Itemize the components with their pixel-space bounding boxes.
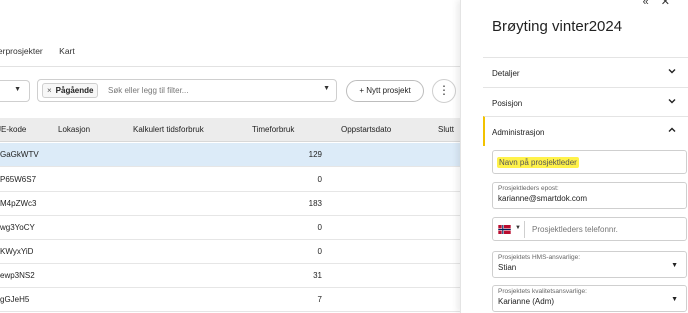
caret-down-icon: ▼ [14,86,21,93]
filter-chip-label: Pågående [55,86,94,95]
drawer-title: Brøyting vinter2024 [492,18,623,35]
chevron-down-icon [668,99,676,104]
norway-flag-icon[interactable] [498,225,511,234]
manager-email-value: karianne@smartdok.com [498,194,588,203]
cell-code: GaGkWTV [0,150,39,159]
table-header: JE-kode Lokasjon Kalkulert tidsforbruk T… [0,118,460,142]
drawer-top-icons: «✕ [643,0,682,8]
section-details-label: Detaljer [492,69,520,78]
cell-time: 0 [317,247,322,256]
table-row[interactable]: ewp3NS2 31 [0,264,460,288]
caret-down-icon[interactable]: ▼ [323,85,330,92]
hms-responsible-select[interactable]: Prosjektets HMS-ansvarlige: Stian ▼ [492,251,687,278]
hms-label: Prosjektets HMS-ansvarlige: [498,254,580,261]
cell-time: 31 [313,271,322,280]
nav-tabs: lerprosjekter Kart [0,46,89,56]
section-position-label: Posisjon [492,99,523,108]
caret-down-icon: ▼ [671,296,678,303]
table-row[interactable]: KWyxYiD 0 [0,240,460,264]
cell-time: 183 [308,199,322,208]
new-project-button[interactable]: + Nytt prosjekt [346,80,424,102]
cell-code: M4pZWc3 [0,199,37,208]
filter-search-box[interactable]: × Pågående Søk eller legg til filter... ▼ [37,79,337,102]
filter-chip[interactable]: × Pågående [42,83,99,98]
table-row[interactable]: M4pZWc3 183 [0,192,460,216]
cell-time: 7 [317,295,322,304]
quality-label: Prosjektets kvalitetsansvarlige: [498,288,587,295]
project-list-area: lerprosjekter Kart ▼ × Pågående Søk eller… [0,0,460,313]
manager-email-label: Prosjektleders epost: [498,185,559,192]
cell-time: 0 [317,223,322,232]
collapse-icon[interactable]: « [643,0,661,8]
quality-value: Karianne (Adm) [498,297,555,306]
filter-input-placeholder[interactable]: Søk eller legg til filter... [108,86,188,95]
project-details-drawer: «✕ Brøyting vinter2024 Detaljer Posisjon… [460,0,688,313]
manager-phone-field[interactable]: ▼ Prosjektleders telefonnr. [492,217,687,241]
close-icon[interactable]: ✕ [661,0,682,8]
remove-chip-icon[interactable]: × [47,86,52,95]
col-header-time[interactable]: Timeforbruk [252,125,294,134]
table-row[interactable]: P65W6S7 0 [0,168,460,192]
section-administration[interactable]: Administrasjon [483,116,688,146]
col-header-calc-time[interactable]: Kalkulert tidsforbruk [133,125,204,134]
cell-code: wg3YoCY [0,223,35,232]
cell-code: KWyxYiD [0,247,34,256]
quality-responsible-select[interactable]: Prosjektets kvalitetsansvarlige: Kariann… [492,285,687,312]
cell-time: 129 [308,150,322,159]
manager-name-input[interactable]: Navn på prosjektleder [492,150,687,174]
chevron-up-icon [668,127,676,132]
section-administration-label: Administrasjon [492,128,545,137]
cell-code: gGJeH5 [0,295,30,304]
manager-email-field[interactable]: Prosjektleders epost: karianne@smartdok.… [492,182,687,209]
cell-time: 0 [317,175,322,184]
col-header-start-date[interactable]: Oppstartsdato [341,125,391,134]
country-caret-icon[interactable]: ▼ [515,225,521,231]
status-dropdown[interactable]: ▼ [0,80,30,102]
section-position[interactable]: Posisjon [483,87,688,117]
table-row[interactable]: GaGkWTV 129 [0,143,460,167]
caret-down-icon: ▼ [671,262,678,269]
chevron-down-icon [668,69,676,74]
hms-value: Stian [498,263,517,272]
tab-projects[interactable]: lerprosjekter [0,46,43,56]
cell-code: ewp3NS2 [0,271,35,280]
phone-divider [524,221,525,238]
cell-code: P65W6S7 [0,175,37,184]
manager-name-placeholder: Navn på prosjektleder [497,157,579,168]
tabs-divider [0,66,460,67]
table-row[interactable]: gGJeH5 7 [0,288,460,312]
col-header-code[interactable]: JE-kode [0,125,26,134]
col-header-end[interactable]: Slutt [438,125,454,134]
section-details[interactable]: Detaljer [483,57,688,87]
phone-placeholder: Prosjektleders telefonnr. [532,225,618,234]
col-header-location[interactable]: Lokasjon [58,125,90,134]
table-row[interactable]: wg3YoCY 0 [0,216,460,240]
more-vertical-icon[interactable]: ⋮ [432,79,456,103]
tab-map[interactable]: Kart [59,46,75,56]
